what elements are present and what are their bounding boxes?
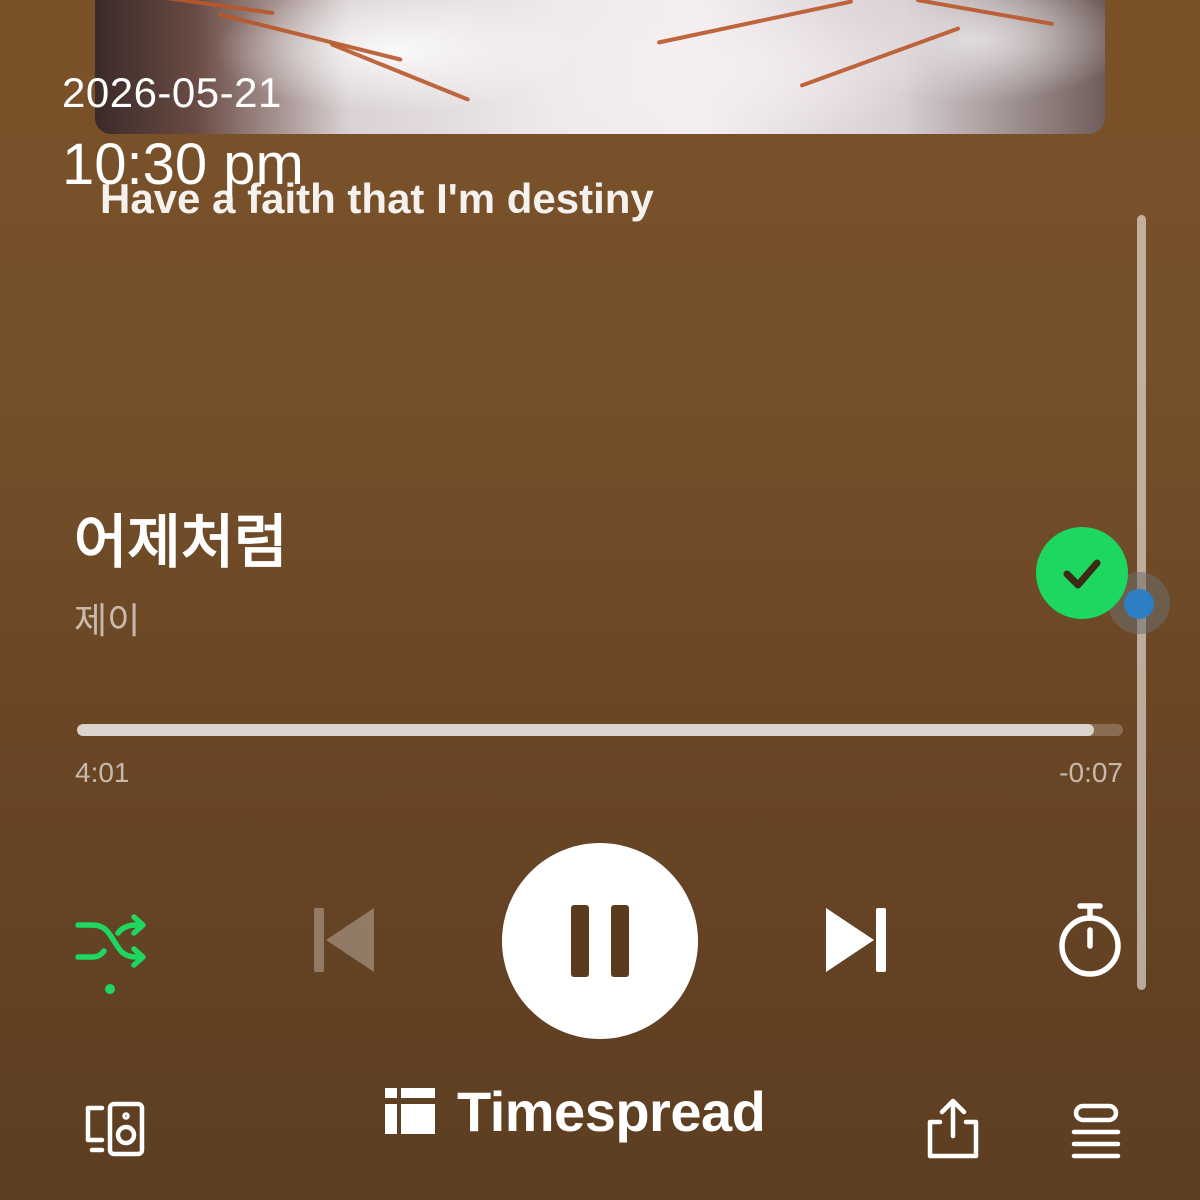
time-remaining: -0:07 [1059,757,1123,788]
lyric-line[interactable]: Have a faith that I'm destiny [100,174,654,224]
skip-previous-icon [314,908,374,972]
scroll-position-dot [1124,589,1154,619]
shuffle-button[interactable] [70,905,154,999]
progress-fill [77,724,1094,736]
connect-devices-button[interactable] [80,1098,152,1164]
share-button[interactable] [920,1096,986,1162]
skip-next-icon [826,908,886,972]
watermark: Timespread [385,1078,766,1144]
watermark-text: Timespread [457,1079,766,1143]
time-elapsed: 4:01 [75,757,130,788]
stopwatch-icon [1059,903,1121,977]
pause-button[interactable] [502,843,698,1039]
timespread-logo-icon [385,1088,435,1134]
queue-button[interactable] [1064,1100,1128,1162]
timestamp-date: 2026-05-21 [62,69,282,116]
pause-icon [571,905,629,977]
next-track-button[interactable] [818,900,894,980]
track-artist[interactable]: 제이 [74,600,140,642]
progress-bar[interactable] [77,724,1123,736]
check-circle-icon [1063,559,1101,589]
track-title[interactable]: 어제처럼 [74,510,287,576]
connect-device-icon [85,1101,145,1157]
sleep-timer-button[interactable] [1050,898,1130,982]
share-icon [927,1098,979,1159]
queue-icon [1071,1103,1121,1159]
saved-to-library-button[interactable] [1036,527,1128,619]
previous-track-button[interactable] [306,900,382,980]
shuffle-icon [75,914,146,994]
